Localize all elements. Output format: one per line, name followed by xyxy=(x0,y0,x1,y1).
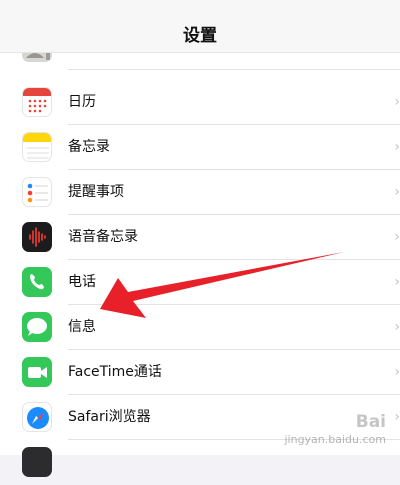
settings-row-label: 日历 xyxy=(68,94,96,110)
chevron-right-icon: › xyxy=(394,409,400,425)
chevron-right-icon: › xyxy=(394,364,400,380)
chevron-right-icon: › xyxy=(394,229,400,245)
chevron-right-icon: › xyxy=(394,94,400,110)
notes-icon xyxy=(22,132,52,162)
settings-list: 通讯录 › 日历 › 备忘录 › 提醒事项 › xyxy=(0,32,400,477)
chevron-right-icon: › xyxy=(394,184,400,200)
settings-row-label: 语音备忘录 xyxy=(68,229,138,245)
navigation-bar: 设置 xyxy=(0,0,400,53)
settings-row-label: Safari浏览器 xyxy=(68,409,151,425)
settings-row-label: 备忘录 xyxy=(68,139,110,155)
chevron-right-icon: › xyxy=(394,139,400,155)
settings-row-label: 电话 xyxy=(68,274,96,290)
settings-row-label: 信息 xyxy=(68,319,96,335)
watermark-logo-text: Bai xyxy=(355,412,386,433)
chevron-right-icon: › xyxy=(394,319,400,335)
settings-row-notes[interactable]: 备忘录 › xyxy=(0,125,400,170)
watermark: Bai jingyan.baidu.com xyxy=(284,412,386,446)
watermark-url: jingyan.baidu.com xyxy=(284,432,386,446)
settings-row-messages[interactable]: 信息 › xyxy=(0,305,400,350)
settings-row-partial[interactable] xyxy=(0,440,400,485)
voice-memos-icon xyxy=(22,222,52,252)
settings-row-label: FaceTime通话 xyxy=(68,364,162,380)
settings-row-voice-memos[interactable]: 语音备忘录 › xyxy=(0,215,400,260)
reminders-icon xyxy=(22,177,52,207)
settings-row-label: 提醒事项 xyxy=(68,184,124,200)
facetime-icon xyxy=(22,357,52,387)
chevron-right-icon: › xyxy=(394,274,400,290)
settings-row-facetime[interactable]: FaceTime通话 › xyxy=(0,350,400,395)
page-title: 设置 xyxy=(183,26,217,46)
safari-icon xyxy=(22,402,52,432)
settings-row-reminders[interactable]: 提醒事项 › xyxy=(0,170,400,215)
calendar-icon xyxy=(22,87,52,117)
app-icon xyxy=(22,447,52,477)
settings-row-phone[interactable]: 电话 › xyxy=(0,260,400,305)
messages-icon xyxy=(22,312,52,342)
phone-icon xyxy=(22,267,52,297)
settings-row-calendar[interactable]: 日历 › xyxy=(0,80,400,125)
